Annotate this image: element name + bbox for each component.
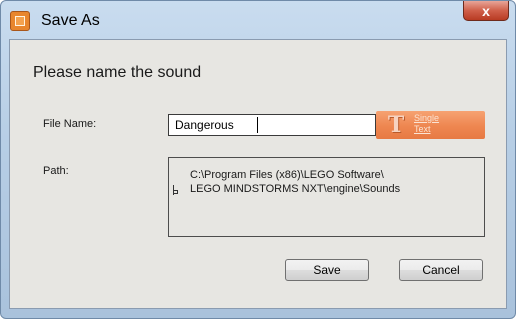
app-icon bbox=[10, 11, 30, 31]
window-title: Save As bbox=[41, 12, 100, 29]
dialog-heading: Please name the sound bbox=[33, 64, 202, 81]
path-label: Path: bbox=[43, 165, 69, 177]
close-button[interactable]: x bbox=[463, 1, 509, 21]
folder-tree-icon bbox=[173, 185, 179, 195]
file-name-label: File Name: bbox=[43, 118, 97, 130]
path-line-2: LEGO MINDSTORMS NXT\engine\Sounds bbox=[190, 183, 401, 195]
cancel-button[interactable]: Cancel bbox=[399, 259, 483, 281]
path-text: C:\Program Files (x86)\LEGO Software\ LE… bbox=[190, 168, 475, 196]
title-bar[interactable]: Save As x bbox=[1, 1, 515, 39]
single-text-link[interactable]: Single Text bbox=[414, 111, 466, 139]
text-caret bbox=[257, 117, 258, 133]
save-button[interactable]: Save bbox=[285, 259, 369, 281]
text-t-icon[interactable]: T bbox=[384, 112, 408, 138]
path-line-1: C:\Program Files (x86)\LEGO Software\ bbox=[190, 169, 384, 181]
file-name-input[interactable] bbox=[168, 114, 376, 136]
